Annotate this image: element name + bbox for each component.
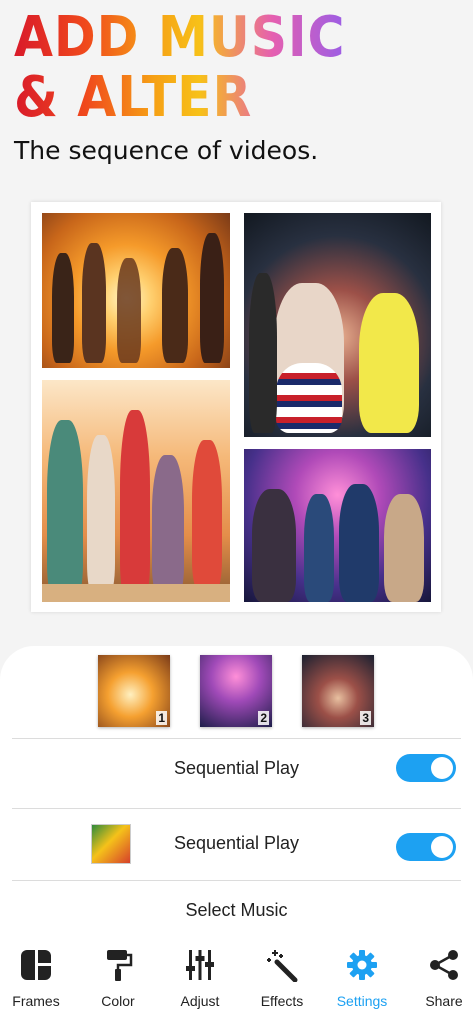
paint-roller-icon xyxy=(107,950,133,981)
collage-cell-sunset-group[interactable] xyxy=(42,380,230,602)
bottom-nav: Frames Color Adjust Effects Settings Sha… xyxy=(0,940,473,1024)
sequential-play-music-toggle[interactable] xyxy=(396,833,456,861)
nav-effects[interactable]: Effects xyxy=(242,940,322,1020)
nav-label: Color xyxy=(101,993,135,1009)
headline-line-1: ADD MUSIC xyxy=(14,5,346,70)
headline: ADD MUSIC & ALTER xyxy=(14,8,345,128)
video-thumb-3[interactable]: 3 xyxy=(302,655,374,727)
video-order-strip: 1 2 3 xyxy=(0,655,473,727)
thumb-number: 3 xyxy=(360,711,371,725)
divider xyxy=(12,738,461,739)
headline-line-2: & ALTER xyxy=(14,65,253,130)
toggle-knob xyxy=(431,836,453,858)
select-music-button[interactable]: Select Music xyxy=(0,900,473,921)
thumb-number: 2 xyxy=(258,711,269,725)
collage-cell-beach-dance[interactable] xyxy=(42,213,230,368)
nav-share[interactable]: Share xyxy=(404,940,473,1020)
nav-label: Adjust xyxy=(180,993,220,1009)
divider xyxy=(12,880,461,881)
collage-cell-club-lights[interactable] xyxy=(244,449,431,602)
sequential-play-video-toggle[interactable] xyxy=(396,754,456,782)
magic-wand-icon xyxy=(267,950,298,982)
nav-label: Frames xyxy=(12,993,60,1009)
nav-label: Settings xyxy=(336,993,388,1009)
nav-adjust[interactable]: Adjust xyxy=(160,940,240,1020)
thumb-number: 1 xyxy=(156,711,167,725)
nav-label: Effects xyxy=(260,993,304,1009)
collage-cell-party-confetti[interactable] xyxy=(244,213,431,437)
frames-icon xyxy=(21,950,51,980)
video-thumb-1[interactable]: 1 xyxy=(98,655,170,727)
nav-color[interactable]: Color xyxy=(78,940,158,1020)
sliders-icon xyxy=(186,950,214,980)
divider xyxy=(12,808,461,809)
video-thumb-2[interactable]: 2 xyxy=(200,655,272,727)
nav-frames[interactable]: Frames xyxy=(0,940,76,1020)
video-collage-frame xyxy=(31,202,441,612)
nav-label: Share xyxy=(425,993,463,1009)
toggle-knob xyxy=(431,757,453,779)
nav-settings[interactable]: Settings xyxy=(322,940,402,1020)
share-icon xyxy=(430,950,458,980)
subtitle: The sequence of videos. xyxy=(14,136,319,165)
gear-icon xyxy=(347,950,377,980)
